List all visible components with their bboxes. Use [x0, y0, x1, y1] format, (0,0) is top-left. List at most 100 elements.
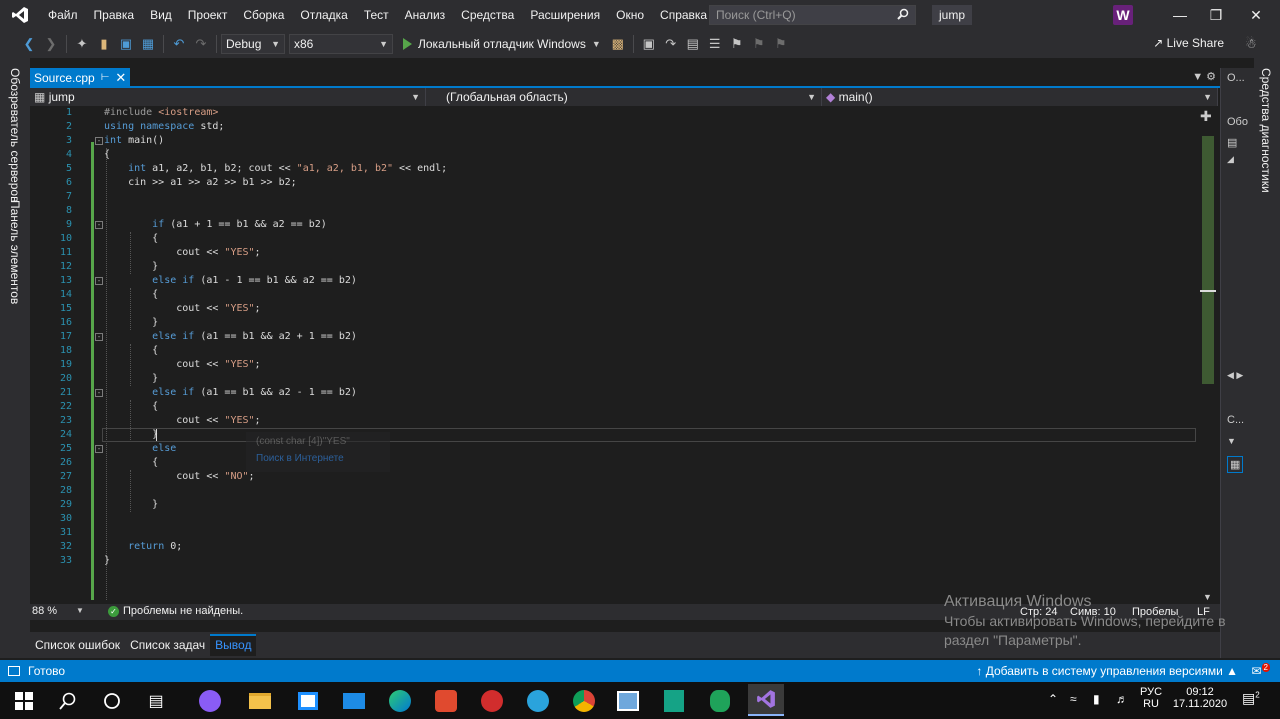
add-to-source-control-button[interactable]: ↑ Добавить в систему управления версиями…	[976, 664, 1238, 678]
tab-source-cpp[interactable]: Source.cpp ⊢ ✕	[30, 68, 131, 88]
app-icon-2[interactable]	[478, 687, 506, 715]
panel-tab-3[interactable]: С...	[1227, 414, 1244, 426]
cortana-icon[interactable]	[98, 687, 126, 715]
format-icon[interactable]: ☰	[704, 33, 726, 55]
collapse-icon[interactable]: -	[95, 277, 103, 285]
alice-icon[interactable]	[196, 687, 224, 715]
task-view-icon[interactable]: ▤	[142, 687, 170, 715]
minimize-button[interactable]: —	[1160, 0, 1200, 30]
pin-icon[interactable]: ⊢	[101, 68, 110, 88]
menu-view[interactable]: Вид	[142, 0, 180, 30]
menu-build[interactable]: Сборка	[235, 0, 292, 30]
zoom-level[interactable]: 88 %	[32, 605, 57, 617]
undo-icon[interactable]: ↶	[168, 33, 190, 55]
panel-tab-1[interactable]: О...	[1227, 72, 1245, 84]
file-explorer-icon[interactable]	[246, 687, 274, 715]
editor-scrollbar[interactable]: ✚ ▼	[1200, 106, 1218, 604]
search-input[interactable]: Поиск (Ctrl+Q)	[709, 5, 916, 25]
menu-project[interactable]: Проект	[180, 0, 236, 30]
menu-debug[interactable]: Отладка	[292, 0, 355, 30]
search-online-link[interactable]: Поиск в Интернете	[256, 453, 380, 464]
save-icon[interactable]: ▣	[115, 33, 137, 55]
account-avatar[interactable]: W	[1113, 5, 1133, 25]
nav-arrows-icon[interactable]: ◀ ▶	[1227, 370, 1243, 381]
live-share-button[interactable]: ↗ Live Share	[1153, 36, 1224, 50]
new-project-icon[interactable]: ✦	[71, 33, 93, 55]
tab-output[interactable]: Вывод	[210, 634, 257, 656]
dropdown-icon[interactable]: ◢	[1227, 154, 1234, 165]
menu-analyze[interactable]: Анализ	[397, 0, 454, 30]
member-dropdown[interactable]: ◆ main() ▼	[822, 88, 1218, 106]
app-icon-4[interactable]	[706, 687, 734, 715]
collapse-icon[interactable]: -	[95, 137, 103, 145]
restore-button[interactable]: ❐	[1196, 0, 1236, 30]
project-dropdown[interactable]: ▦ jump ▼	[30, 88, 426, 106]
collapse-icon[interactable]: -	[95, 221, 103, 229]
menu-tools[interactable]: Средства	[453, 0, 522, 30]
panel-tab-2[interactable]: Обо	[1227, 116, 1248, 128]
back-icon[interactable]: ❮	[18, 33, 40, 55]
tab-list-dropdown-icon[interactable]: ▼ ⚙	[1192, 70, 1216, 83]
chevron-down-icon[interactable]: ▼	[1227, 436, 1236, 446]
toolbox-tab[interactable]: Панель элементов	[8, 200, 22, 304]
feedback-icon[interactable]: ☃	[1240, 33, 1262, 55]
start-debugging-button[interactable]: Локальный отладчик Windows ▼	[397, 37, 607, 51]
redo-icon[interactable]: ↷	[190, 33, 212, 55]
problems-indicator[interactable]: ✓ Проблемы не найдены.	[108, 605, 243, 617]
tab-task-list[interactable]: Список задач	[125, 634, 210, 656]
visual-studio-logo-icon[interactable]	[0, 0, 40, 30]
open-folder-icon[interactable]: ▮	[93, 33, 115, 55]
menu-extensions[interactable]: Расширения	[522, 0, 608, 30]
scrollbar-thumb[interactable]	[1202, 136, 1214, 384]
battery-icon[interactable]: ▮	[1093, 692, 1100, 706]
platform-select[interactable]: x86 ▼	[289, 34, 393, 54]
menu-file[interactable]: Файл	[40, 0, 86, 30]
app-icon-3[interactable]	[660, 687, 688, 715]
attach-icon[interactable]: ▩	[607, 33, 629, 55]
input-language[interactable]: РУС RU	[1140, 686, 1162, 710]
clock[interactable]: 09:12 17.11.2020	[1172, 686, 1228, 710]
split-icon[interactable]: ✚	[1200, 108, 1212, 125]
bookmark-icon[interactable]: ⚑	[726, 33, 748, 55]
diagnostics-icon[interactable]: ▦	[1227, 456, 1244, 473]
telegram-icon[interactable]	[524, 687, 552, 715]
volume-icon[interactable]: ♬	[1116, 692, 1128, 706]
action-center-icon[interactable]: ▤2	[1242, 690, 1260, 707]
close-tab-icon[interactable]: ✕	[115, 68, 126, 88]
collapse-icon[interactable]: -	[95, 389, 103, 397]
breakpoints-icon[interactable]: ▤	[682, 33, 704, 55]
menu-edit[interactable]: Правка	[86, 0, 143, 30]
search-icon[interactable]	[54, 687, 82, 715]
bookmark-next-icon[interactable]: ⚑	[770, 33, 792, 55]
menu-window[interactable]: Окно	[608, 0, 652, 30]
windows-start-icon[interactable]	[10, 687, 38, 715]
mail-icon[interactable]	[340, 687, 368, 715]
config-select[interactable]: Debug ▼	[221, 34, 285, 54]
window-icon[interactable]: ▤	[1227, 136, 1237, 149]
scope-dropdown[interactable]: (Глобальная область) ▼	[426, 88, 822, 106]
close-button[interactable]: ✕	[1236, 0, 1276, 30]
store-icon[interactable]	[294, 687, 322, 715]
wifi-icon[interactable]: ≈	[1070, 692, 1077, 706]
save-all-icon[interactable]: ▦	[137, 33, 159, 55]
code-editor[interactable]: 1 #include <iostream> 2 using namespace st…	[44, 106, 1200, 604]
menu-help[interactable]: Справка	[652, 0, 715, 30]
menu-test[interactable]: Тест	[356, 0, 397, 30]
bookmark-prev-icon[interactable]: ⚑	[748, 33, 770, 55]
server-explorer-tab[interactable]: Обозреватель серверов	[8, 68, 22, 202]
camera-icon[interactable]: ▣	[638, 33, 660, 55]
tab-error-list[interactable]: Список ошибок	[30, 634, 125, 656]
app-icon-1[interactable]	[432, 687, 460, 715]
collapse-icon[interactable]: -	[95, 333, 103, 341]
photos-icon[interactable]	[614, 687, 642, 715]
diagnostic-tools-tab[interactable]: Средства диагностики	[1259, 68, 1273, 193]
visual-studio-taskbar-icon[interactable]	[748, 684, 784, 716]
chevron-down-icon[interactable]: ▼	[76, 606, 84, 615]
collapse-icon[interactable]: -	[95, 445, 103, 453]
notifications-bell-icon[interactable]: ✉ 2	[1251, 663, 1270, 678]
chrome-icon[interactable]	[570, 687, 598, 715]
edge-icon[interactable]	[386, 687, 414, 715]
step-icon[interactable]: ↷	[660, 33, 682, 55]
forward-icon[interactable]: ❯	[40, 33, 62, 55]
tray-chevron-icon[interactable]: ⌃	[1048, 692, 1058, 706]
